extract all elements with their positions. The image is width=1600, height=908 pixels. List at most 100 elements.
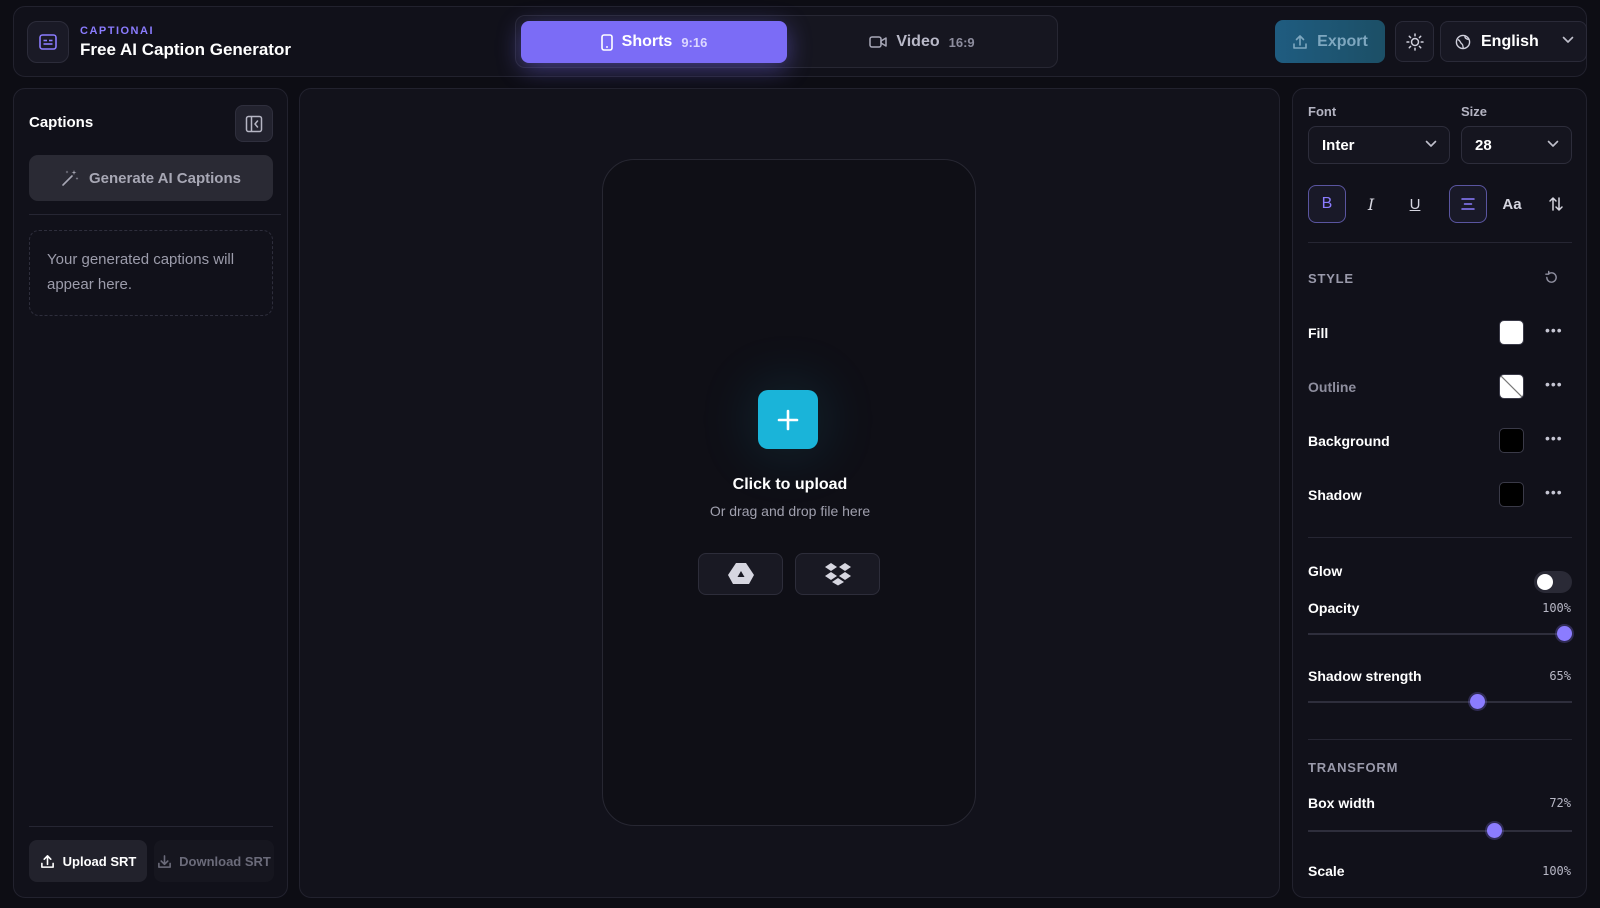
outline-more-icon[interactable]: ••• <box>1545 376 1563 392</box>
upload-dropzone[interactable]: Click to upload Or drag and drop file he… <box>602 159 976 826</box>
magic-wand-icon <box>62 170 79 186</box>
fill-label: Fill <box>1308 325 1329 341</box>
size-value: 28 <box>1475 136 1492 154</box>
box-width-label: Box width <box>1308 795 1375 811</box>
glow-toggle[interactable] <box>1534 571 1572 593</box>
download-srt-button[interactable]: Download SRT <box>154 840 274 882</box>
text-case-button[interactable]: Aa <box>1493 185 1531 223</box>
app-title: Free AI Caption Generator <box>80 40 291 59</box>
swap-order-button[interactable] <box>1537 185 1575 223</box>
language-select[interactable]: English <box>1440 21 1587 62</box>
italic-button[interactable]: I <box>1352 185 1390 223</box>
export-button[interactable]: Export <box>1275 20 1385 63</box>
shadow-color-swatch[interactable] <box>1499 482 1524 507</box>
size-label: Size <box>1461 104 1488 119</box>
transform-section-title: TRANSFORM <box>1308 760 1399 775</box>
align-center-icon <box>1461 198 1475 210</box>
download-srt-label: Download SRT <box>179 853 271 869</box>
tab-shorts-ratio: 9:16 <box>681 34 708 50</box>
no-color-icon <box>1500 375 1523 398</box>
dropbox-icon <box>824 563 851 586</box>
upload-icon <box>40 854 54 868</box>
outline-color-swatch[interactable] <box>1499 374 1524 399</box>
video-camera-icon <box>869 36 888 48</box>
reset-icon[interactable] <box>1544 270 1559 285</box>
shadow-label: Shadow <box>1308 487 1362 503</box>
plus-icon <box>777 409 799 430</box>
app-root: CAPTIONAI Free AI Caption Generator Shor… <box>0 0 1600 908</box>
export-label: Export <box>1317 32 1368 50</box>
google-drive-button[interactable] <box>698 553 783 595</box>
sun-icon <box>1405 32 1424 51</box>
underline-button[interactable]: U <box>1396 185 1434 223</box>
chevron-down-icon <box>1425 140 1437 147</box>
generate-ai-captions-button[interactable]: Generate AI Captions <box>29 155 273 201</box>
bold-icon: B <box>1321 195 1333 212</box>
background-label: Background <box>1308 433 1390 449</box>
background-color-swatch[interactable] <box>1499 428 1524 453</box>
fill-more-icon[interactable]: ••• <box>1545 322 1563 338</box>
divider <box>1308 537 1572 538</box>
font-select[interactable]: Inter <box>1308 126 1450 164</box>
style-panel: Font Size Inter 28 B I U Aa STYLE Fill •… <box>1292 88 1587 898</box>
theme-toggle-button[interactable] <box>1395 21 1434 62</box>
brand-kicker: CAPTIONAI <box>80 25 154 37</box>
sidebar-collapse-icon <box>245 115 263 132</box>
opacity-value: 100% <box>1542 601 1571 615</box>
upload-subtitle: Or drag and drop file here <box>709 503 871 519</box>
captions-icon <box>27 21 69 63</box>
opacity-slider-thumb[interactable] <box>1557 626 1572 641</box>
text-case-icon: Aa <box>1502 195 1522 213</box>
globe-icon <box>1455 34 1471 49</box>
tab-shorts-label: Shorts <box>621 33 673 50</box>
preview-canvas: Click to upload Or drag and drop file he… <box>299 88 1280 898</box>
captions-panel: Captions Generate AI Captions Your gener… <box>13 88 288 898</box>
style-section-title: STYLE <box>1308 271 1354 286</box>
font-value: Inter <box>1322 136 1355 154</box>
dropbox-button[interactable] <box>795 553 880 595</box>
bold-button[interactable]: B <box>1308 185 1346 223</box>
align-center-button[interactable] <box>1449 185 1487 223</box>
divider <box>29 214 281 215</box>
google-drive-icon <box>727 563 754 584</box>
box-width-slider[interactable] <box>1308 823 1572 838</box>
scale-value: 100% <box>1542 864 1571 878</box>
shadow-strength-label: Shadow strength <box>1308 668 1422 684</box>
opacity-label: Opacity <box>1308 600 1360 616</box>
tab-video[interactable]: Video 16:9 <box>792 21 1052 63</box>
shadow-more-icon[interactable]: ••• <box>1545 484 1563 500</box>
shadow-strength-value: 65% <box>1549 669 1571 683</box>
phone-icon <box>600 33 613 51</box>
outline-label: Outline <box>1308 379 1357 395</box>
arrows-up-down-icon <box>1549 197 1563 211</box>
divider <box>1308 739 1572 740</box>
size-select[interactable]: 28 <box>1461 126 1572 164</box>
upload-icon <box>1293 34 1307 49</box>
aspect-mode-switch: Shorts 9:16 Video 16:9 <box>515 15 1058 68</box>
captions-empty-state: Your generated captions will appear here… <box>29 230 273 316</box>
italic-icon: I <box>1367 194 1375 214</box>
underline-icon: U <box>1409 195 1421 213</box>
font-label: Font <box>1308 104 1337 119</box>
fill-color-swatch[interactable] <box>1499 320 1524 345</box>
shadow-strength-slider[interactable] <box>1308 694 1572 709</box>
top-bar: CAPTIONAI Free AI Caption Generator Shor… <box>13 6 1587 77</box>
shadow-strength-slider-thumb[interactable] <box>1469 694 1485 709</box>
tab-video-label: Video <box>896 33 940 50</box>
scale-label: Scale <box>1308 863 1345 879</box>
chevron-down-icon <box>1547 140 1559 147</box>
upload-button[interactable] <box>758 390 818 449</box>
upload-title: Click to upload <box>732 476 848 493</box>
background-more-icon[interactable]: ••• <box>1545 430 1563 446</box>
opacity-slider[interactable] <box>1308 626 1572 641</box>
chevron-down-icon <box>1562 36 1574 43</box>
collapse-panel-button[interactable] <box>235 105 273 142</box>
tab-shorts[interactable]: Shorts 9:16 <box>521 21 787 63</box>
glow-label: Glow <box>1308 563 1343 579</box>
box-width-value: 72% <box>1549 796 1571 810</box>
upload-srt-button[interactable]: Upload SRT <box>29 840 147 882</box>
language-value: English <box>1481 32 1539 50</box>
download-icon <box>158 854 172 868</box>
box-width-slider-thumb[interactable] <box>1487 823 1503 838</box>
divider <box>29 826 273 827</box>
